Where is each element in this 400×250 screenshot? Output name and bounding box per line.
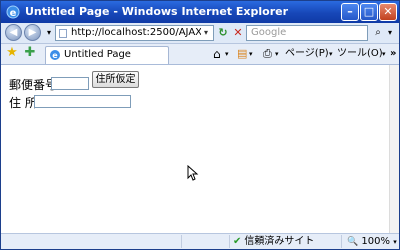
page-icon [59, 29, 67, 38]
status-bar: ✔ 信頼済みサイト 🔍 100% ▾ [1, 233, 399, 249]
search-placeholder: Google [251, 27, 287, 38]
stop-icon[interactable]: ✕ [230, 25, 246, 41]
tools-menu-dropdown-icon[interactable]: ▾ [382, 46, 386, 62]
zoom-icon: 🔍 [347, 237, 359, 247]
security-zone-label: 信頼済みサイト [244, 236, 315, 247]
zoom-control[interactable]: 🔍 100% ▾ [347, 235, 397, 249]
page-menu-dropdown-icon[interactable]: ▾ [329, 46, 333, 62]
tools-menu[interactable]: ツール(O) [337, 46, 383, 62]
check-icon: ✔ [233, 236, 242, 247]
add-favorites-icon[interactable]: ✚ [23, 46, 37, 60]
vertical-scrollbar[interactable] [389, 65, 399, 233]
mouse-cursor-icon [187, 165, 199, 181]
window-title: Untitled Page - Windows Internet Explore… [25, 5, 289, 18]
home-dropdown-icon[interactable]: ▾ [225, 46, 229, 62]
maximize-button[interactable]: □ [360, 3, 378, 21]
address-url[interactable]: http://localhost:2500/AJAXEnabledWebS [71, 27, 201, 38]
search-box[interactable]: Google [246, 25, 368, 41]
status-divider [229, 235, 230, 248]
close-button[interactable]: ✕ [379, 3, 397, 21]
security-zone[interactable]: ✔ 信頼済みサイト [233, 235, 314, 248]
address-bar[interactable]: http://localhost:2500/AJAXEnabledWebS ▾ [55, 25, 214, 41]
refresh-icon[interactable]: ↻ [215, 25, 231, 41]
postal-code-input[interactable] [51, 77, 89, 90]
ie-tab-icon: e [50, 50, 60, 60]
postal-code-label: 郵便番号 [9, 78, 58, 92]
address-lookup-button[interactable]: 住所仮定 [92, 71, 139, 88]
zoom-dropdown-icon[interactable]: ▾ [393, 238, 397, 246]
print-icon[interactable]: ⎙ [263, 46, 272, 62]
status-divider [181, 235, 182, 248]
feeds-icon[interactable]: ▤ [237, 46, 247, 62]
minimize-button[interactable]: – [341, 3, 359, 21]
back-button[interactable]: ◀ [5, 24, 22, 41]
favorites-star-icon[interactable]: ★ [5, 46, 19, 60]
page-content: 郵便番号 住所仮定 住 所 [1, 65, 389, 233]
address-label: 住 所 [9, 96, 37, 110]
navigation-bar: ◀ ▶ ▾ http://localhost:2500/AJAXEnabledW… [1, 23, 399, 44]
svg-text:e: e [52, 51, 58, 60]
zoom-level: 100% [361, 236, 390, 247]
print-dropdown-icon[interactable]: ▾ [275, 46, 279, 62]
more-commands-icon[interactable]: » [390, 46, 396, 62]
home-icon[interactable]: ⌂ [213, 46, 221, 62]
status-divider [341, 235, 342, 248]
address-dropdown-icon[interactable]: ▾ [200, 27, 212, 39]
feeds-dropdown-icon[interactable]: ▾ [249, 46, 253, 62]
address-input[interactable] [34, 95, 131, 108]
page-menu[interactable]: ページ(P) [285, 46, 329, 62]
svg-text:e: e [10, 8, 17, 19]
title-bar: e Untitled Page - Windows Internet Explo… [1, 1, 399, 23]
search-options-dropdown-icon[interactable]: ▾ [384, 25, 396, 41]
tab-untitled-page[interactable]: e Untitled Page [45, 46, 169, 64]
search-icon[interactable]: ⌕ [371, 25, 385, 41]
tab-label: Untitled Page [64, 49, 131, 60]
browser-window: e Untitled Page - Windows Internet Explo… [0, 0, 400, 250]
forward-button[interactable]: ▶ [24, 24, 41, 41]
ie-logo-icon: e [6, 5, 20, 19]
tab-bar: ★ ✚ e Untitled Page ⌂ ▾ ▤ ▾ ⎙ ▾ ページ(P) ▾… [1, 44, 399, 65]
